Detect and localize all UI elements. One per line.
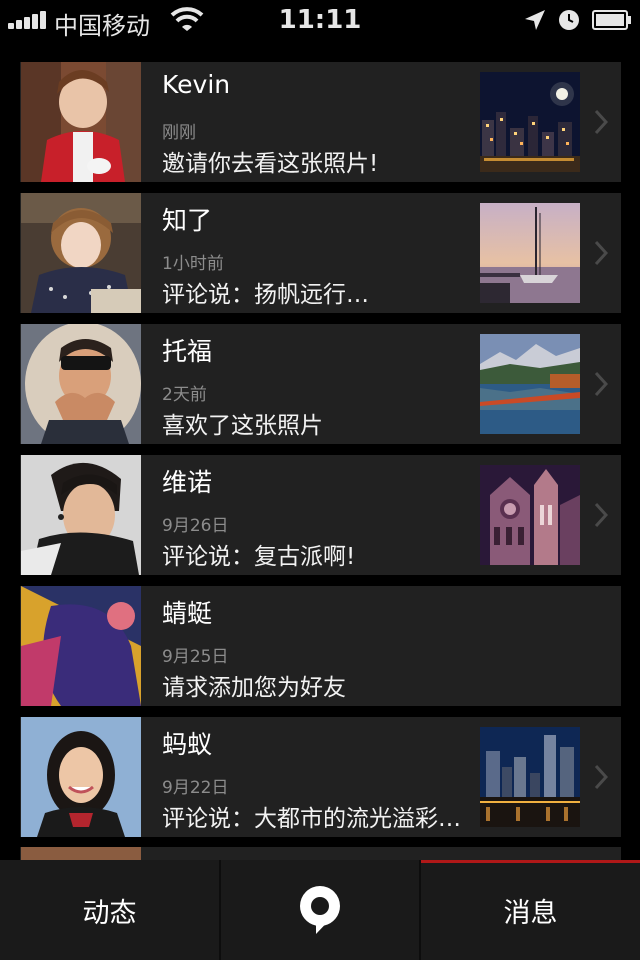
- message-text: 喜欢了这张照片: [162, 413, 323, 439]
- tab-home-logo[interactable]: [221, 860, 419, 960]
- tab-feed-label: 动态: [82, 897, 137, 929]
- battery-icon: [592, 10, 631, 30]
- message-text: 请求添加您为好友: [162, 675, 346, 701]
- list-item[interactable]: 蜻蜓 9月25日 请求添加您为好友: [20, 586, 621, 706]
- list-item[interactable]: 托福 2天前 喜欢了这张照片: [20, 324, 621, 444]
- notification-list: Kevin 刚刚 邀请你去看这张照片! 知了 1小时前 评论说：扬帆远行… 托福…: [20, 62, 621, 848]
- avatar[interactable]: [21, 847, 141, 861]
- timestamp: 9月26日: [162, 516, 229, 536]
- avatar[interactable]: [21, 193, 141, 313]
- sender-name: 知了: [162, 206, 213, 235]
- sender-name: Kevin: [162, 70, 231, 99]
- avatar[interactable]: [21, 586, 141, 706]
- avatar[interactable]: [21, 455, 141, 575]
- sender-name: 托福: [162, 337, 213, 366]
- message-text: 邀请你去看这张照片!: [162, 151, 379, 177]
- list-item[interactable]: Kevin 刚刚 邀请你去看这张照片!: [20, 62, 621, 182]
- map-pin-logo-icon: [300, 886, 340, 934]
- timestamp: 2天前: [162, 385, 207, 405]
- timestamp: 1小时前: [162, 254, 224, 274]
- message-text: 评论说：大都市的流光溢彩…: [162, 806, 461, 832]
- photo-thumbnail[interactable]: [480, 727, 580, 827]
- list-item[interactable]: [20, 847, 621, 861]
- list-item[interactable]: 维诺 9月26日 评论说：复古派啊!: [20, 455, 621, 575]
- location-arrow-icon: [525, 10, 545, 30]
- message-text: 评论说：扬帆远行…: [162, 282, 369, 308]
- timestamp: 9月25日: [162, 647, 229, 667]
- timestamp: 刚刚: [162, 123, 196, 143]
- chevron-right-icon: [594, 109, 608, 135]
- tab-bar: 动态 消息: [0, 860, 640, 960]
- timestamp: 9月22日: [162, 778, 229, 798]
- photo-thumbnail[interactable]: [480, 72, 580, 172]
- tab-messages[interactable]: 消息: [421, 860, 640, 960]
- list-item[interactable]: 知了 1小时前 评论说：扬帆远行…: [20, 193, 621, 313]
- avatar[interactable]: [21, 62, 141, 182]
- sender-name: 蜻蜓: [162, 599, 213, 628]
- message-text: 评论说：复古派啊!: [162, 544, 356, 570]
- alarm-clock-icon: [559, 10, 579, 30]
- chevron-right-icon: [594, 502, 608, 528]
- tab-messages-label: 消息: [503, 897, 558, 929]
- photo-thumbnail[interactable]: [480, 465, 580, 565]
- sender-name: 蚂蚁: [162, 730, 213, 759]
- sender-name: 维诺: [162, 468, 213, 497]
- chevron-right-icon: [594, 371, 608, 397]
- status-bar: 中国移动 11:11: [0, 0, 640, 40]
- tab-feed[interactable]: 动态: [0, 860, 219, 960]
- avatar[interactable]: [21, 324, 141, 444]
- chevron-right-icon: [594, 764, 608, 790]
- list-item[interactable]: 蚂蚁 9月22日 评论说：大都市的流光溢彩…: [20, 717, 621, 837]
- photo-thumbnail[interactable]: [480, 203, 580, 303]
- chevron-right-icon: [594, 240, 608, 266]
- photo-thumbnail[interactable]: [480, 334, 580, 434]
- avatar[interactable]: [21, 717, 141, 837]
